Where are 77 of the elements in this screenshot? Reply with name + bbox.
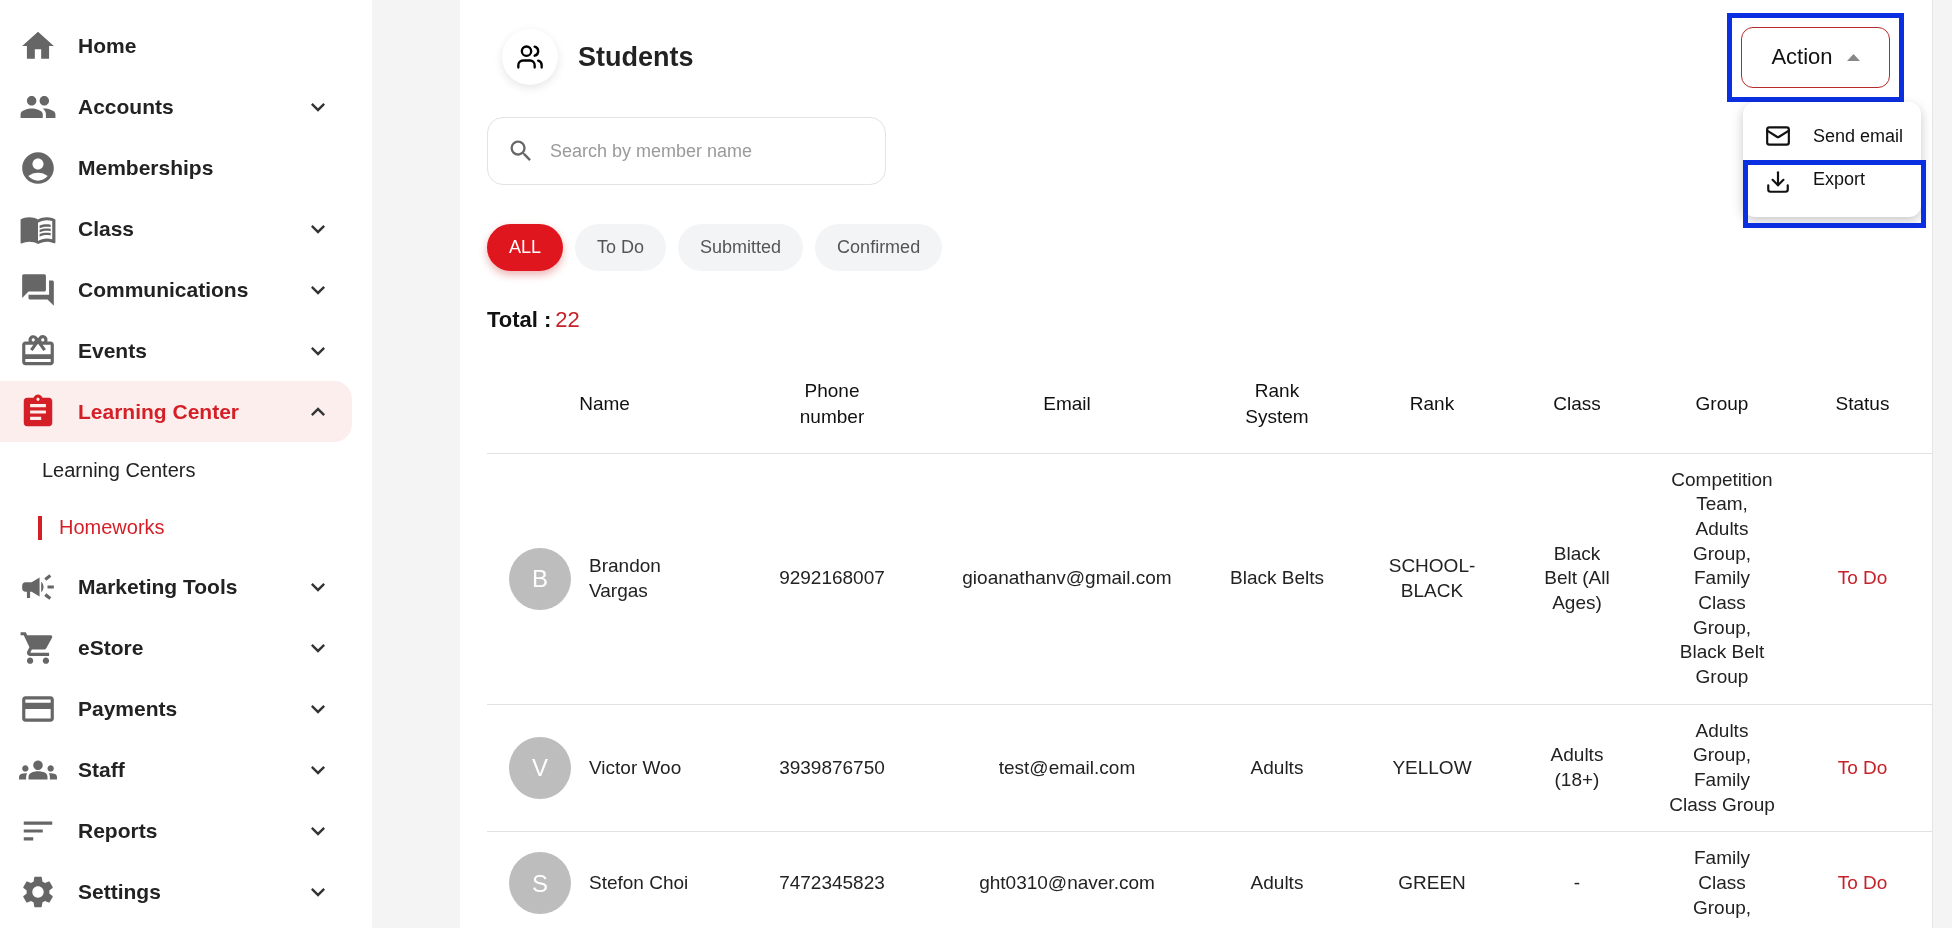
email-cell: ght0310@naver.com	[942, 831, 1192, 928]
action-button[interactable]: Action	[1741, 26, 1890, 88]
status-text: To Do	[1792, 831, 1933, 928]
menu-item[interactable]: Send email	[1743, 112, 1921, 160]
column-header: Email	[1043, 391, 1091, 416]
filter-chip[interactable]: To Do	[575, 224, 667, 271]
column-header: Name	[579, 391, 630, 416]
sidebar-label: Events	[78, 338, 148, 363]
sidebar-label: Home	[78, 33, 138, 58]
group-cell: Family Class Group,	[1652, 831, 1792, 928]
status-text: To Do	[1792, 704, 1933, 832]
sidebar-item[interactable]: Class	[0, 198, 352, 259]
sidebar-label: Staff	[78, 757, 126, 782]
sidebar-item[interactable]: Settings	[0, 861, 352, 922]
class-cell: Adults (18+)	[1502, 704, 1652, 832]
sidebar-item[interactable]: eStore	[0, 617, 352, 678]
sidebar-item[interactable]: Payments	[0, 678, 352, 739]
sidebar-item[interactable]: Learning Center	[0, 381, 352, 442]
sidebar-label: Settings	[78, 879, 162, 904]
caret-icon	[1846, 53, 1860, 61]
class-cell: Black Belt (All Ages)	[1502, 453, 1652, 705]
phone-cell: 9292168007	[722, 453, 942, 705]
rank-cell: GREEN	[1362, 831, 1502, 928]
total-label: Total :	[487, 307, 552, 333]
filter-chip[interactable]: Confirmed	[815, 224, 943, 271]
rank-system-cell: Adults	[1192, 831, 1362, 928]
rank-system-cell: Black Belts	[1192, 453, 1362, 705]
sidebar-item[interactable]: Home	[0, 15, 352, 76]
email-cell: gioanathanv@gmail.com	[942, 453, 1192, 705]
sidebar-item[interactable]: Events	[0, 320, 352, 381]
column-header: Class	[1553, 391, 1601, 416]
column-header: Status	[1835, 391, 1890, 416]
column-header: Rank System	[1245, 379, 1309, 429]
sidebar-label: Class	[78, 216, 136, 241]
sidebar-item[interactable]: Reports	[0, 800, 352, 861]
sidebar-label: Marketing Tools	[78, 574, 239, 599]
sidebar-label: Accounts	[78, 94, 175, 119]
rank-system-cell: Adults	[1192, 704, 1362, 832]
sidebar-label: Reports	[78, 818, 159, 843]
name-text: Brandon Vargas	[589, 553, 662, 603]
sidebar-subitem[interactable]: Homeworks	[0, 499, 372, 556]
menu-item[interactable]: Export	[1748, 165, 1921, 223]
rank-cell: SCHOOL-BLACK	[1362, 453, 1502, 705]
page-title: Students	[578, 41, 695, 73]
column-header: Rank	[1409, 391, 1455, 416]
total-count: 22	[555, 307, 580, 333]
phone-cell: 7472345823	[722, 831, 942, 928]
phone-cell: 3939876750	[722, 704, 942, 832]
column-header: Group	[1695, 391, 1749, 416]
name-text: Victor Woo	[589, 755, 682, 780]
sidebar-subitem[interactable]: Learning Centers	[0, 442, 372, 499]
sidebar-item[interactable]: Memberships	[0, 137, 352, 198]
filter-chip[interactable]: ALL	[487, 224, 564, 271]
filter-chip[interactable]: Submitted	[678, 224, 804, 271]
sidebar-label: Learning Center	[78, 399, 241, 424]
sidebar-label: Memberships	[78, 155, 215, 180]
avatar: B	[509, 547, 571, 610]
sidebar-item[interactable]: Communications	[0, 259, 352, 320]
sidebar-label: Payments	[78, 696, 179, 721]
sidebar-item[interactable]: Staff	[0, 739, 352, 800]
email-cell: test@email.com	[942, 704, 1192, 832]
sidebar-label: eStore	[78, 635, 145, 660]
mail-icon	[1765, 123, 1791, 149]
rank-cell: YELLOW	[1362, 704, 1502, 832]
column-header: Phone number	[799, 379, 865, 429]
group-cell: Adults Group, Family Class Group	[1652, 704, 1792, 832]
avatar: V	[509, 737, 571, 800]
avatar: S	[509, 852, 571, 915]
download-icon	[1765, 169, 1791, 195]
search-field[interactable]: Search by member name	[487, 117, 886, 185]
sidebar-item[interactable]: Accounts	[0, 76, 352, 137]
sidebar-item[interactable]: Marketing Tools	[0, 556, 352, 617]
status-text: To Do	[1792, 453, 1933, 705]
class-cell: -	[1502, 831, 1652, 928]
name-text: Stefon Choi	[589, 871, 689, 896]
sidebar-label: Communications	[78, 277, 250, 302]
group-cell: Competition Team, Adults Group, Family Class Group, Black Belt Group	[1652, 453, 1792, 705]
